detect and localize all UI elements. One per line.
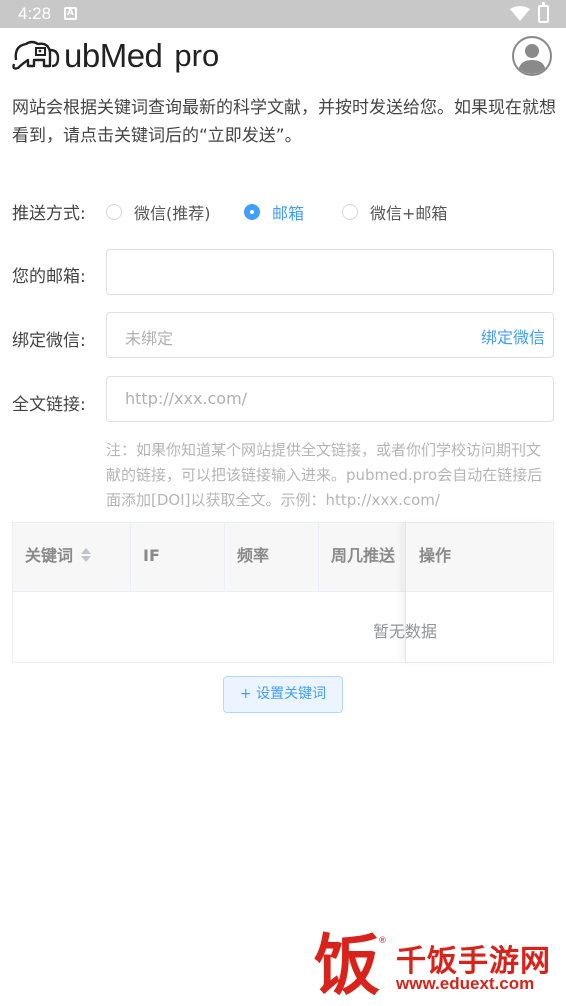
- notification-icon: A: [64, 7, 77, 20]
- bind-wechat-link[interactable]: 绑定微信: [481, 324, 545, 348]
- email-input[interactable]: [106, 249, 554, 295]
- radio-email-label: 邮箱: [272, 204, 305, 223]
- keyword-table: 关键词 IF 频率 周几推送 操作 暂无数据: [12, 522, 554, 663]
- fulltext-label: 全文链接:: [12, 395, 86, 415]
- wechat-label: 绑定微信:: [12, 331, 86, 351]
- fulltext-note: 注：如果你知道某个网站提供全文链接，或者你们学校访问期刊文献的链接，可以把该链接…: [106, 441, 543, 509]
- radio-circle[interactable]: [342, 204, 358, 220]
- column-frequency-label: 频率: [237, 546, 270, 565]
- status-bar: 4:28 A: [0, 0, 566, 28]
- push-method-radio-group: 微信(推荐) 邮箱 微信+邮箱: [106, 200, 447, 224]
- user-silhouette-icon: [518, 44, 546, 74]
- radio-wechat-email[interactable]: 微信+邮箱: [342, 200, 447, 224]
- watermark-url: www.eduext.com: [396, 974, 535, 993]
- column-header-if: IF: [131, 523, 225, 592]
- radio-email[interactable]: 邮箱: [244, 200, 342, 224]
- wifi-icon: [510, 6, 530, 21]
- column-header-frequency: 频率: [225, 523, 319, 592]
- watermark-registered-mark: ®: [378, 936, 387, 946]
- table-empty-text: 暂无数据: [372, 622, 437, 641]
- wechat-field: 未绑定 绑定微信: [106, 312, 554, 358]
- logo-text: ubMed: [64, 37, 163, 74]
- radio-wechat-label: 微信(推荐): [134, 204, 211, 223]
- radio-wechat-email-label: 微信+邮箱: [370, 204, 448, 223]
- radio-circle[interactable]: [106, 204, 122, 220]
- intro-text: 网站会根据关键词查询最新的科学文献，并按时发送给您。如果现在就想看到，请点击关键…: [12, 98, 556, 146]
- app-logo[interactable]: ubMed pro: [10, 34, 219, 78]
- status-time: 4:28: [18, 4, 52, 23]
- radio-circle-checked[interactable]: [244, 204, 260, 220]
- fulltext-placeholder: http://xxx.com/: [125, 389, 248, 408]
- site-watermark: 饭 ® 千饭手游网 www.eduext.com: [310, 930, 566, 1006]
- sort-icon[interactable]: [81, 547, 92, 563]
- logo-suffix: pro: [174, 38, 220, 73]
- battery-icon: [538, 2, 549, 23]
- column-header-keyword[interactable]: 关键词: [13, 523, 131, 592]
- app-header: ubMed pro: [0, 28, 566, 84]
- column-weekday-label: 周几推送: [331, 546, 396, 565]
- radio-wechat[interactable]: 微信(推荐): [106, 200, 244, 224]
- column-if-label: IF: [143, 546, 160, 565]
- column-header-weekday: 周几推送: [319, 523, 405, 592]
- column-keyword-label: 关键词: [25, 546, 74, 565]
- elephant-logo-icon: [12, 40, 60, 70]
- push-method-label: 推送方式:: [12, 204, 86, 224]
- email-label: 您的邮箱:: [12, 267, 86, 287]
- fulltext-input[interactable]: http://xxx.com/: [106, 376, 554, 422]
- add-keyword-button[interactable]: + 设置关键词: [223, 676, 343, 713]
- watermark-logo: 饭: [314, 926, 380, 1004]
- user-avatar-icon[interactable]: [512, 36, 552, 76]
- wechat-status: 未绑定: [125, 329, 174, 348]
